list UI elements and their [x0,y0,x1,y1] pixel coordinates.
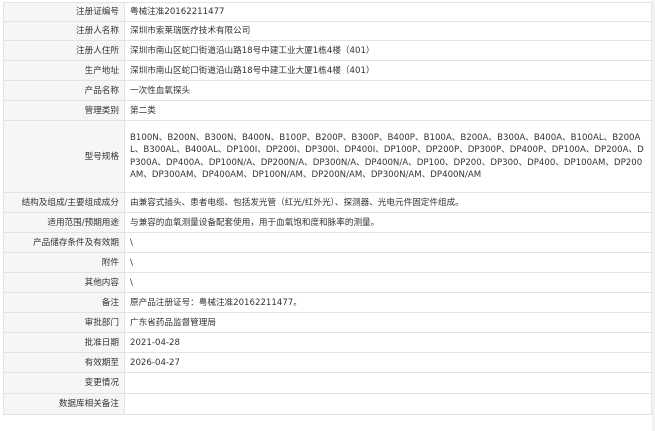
value-intended-use: 与兼容的血氧测量设备配套使用，用于血氧饱和度和脉率的测量。 [124,212,652,233]
label-intended-use: 适用范围/预期用途 [3,212,125,233]
label-management-category: 管理类别 [3,100,125,121]
value-accessories: \ [124,252,652,273]
value-other-content: \ [124,272,652,293]
label-valid-until: 有效期至 [3,352,125,373]
value-valid-until: 2026-04-27 [124,352,652,373]
label-registrant-name: 注册人名称 [3,21,125,41]
value-storage-validity: \ [124,232,652,253]
row-structure-composition: 结构及组成/主要组成成分 由兼容式插头、患者电缆、包括发光管（红光/红外光）、探… [3,192,652,213]
row-model-specification: 型号规格 B100N、B200N、B300N、B400N、B100P、B200P… [3,120,652,193]
value-model-specification: B100N、B200N、B300N、B400N、B100P、B200P、B300… [124,120,652,193]
row-product-name: 产品名称 一次性血氧探头 [3,80,652,101]
label-product-name: 产品名称 [3,80,125,101]
row-intended-use: 适用范围/预期用途 与兼容的血氧测量设备配套使用，用于血氧饱和度和脉率的测量。 [3,212,652,233]
row-accessories: 附件 \ [3,252,652,273]
label-storage-validity: 产品储存条件及有效期 [3,232,125,253]
label-approval-department: 审批部门 [3,312,125,333]
label-approval-date: 批准日期 [3,332,125,353]
value-management-category: 第二类 [124,100,652,121]
value-registrant-address: 深圳市南山区蛇口街道沿山路18号中建工业大厦1栋4楼（401） [124,40,652,61]
row-management-category: 管理类别 第二类 [3,100,652,121]
row-approval-department: 审批部门 广东省药品监督管理局 [3,312,652,333]
row-remarks: 备注 原产品注册证号：粤械注准20162211477。 [3,292,652,313]
label-other-content: 其他内容 [3,272,125,293]
value-approval-department: 广东省药品监督管理局 [124,312,652,333]
row-storage-validity: 产品储存条件及有效期 \ [3,232,652,253]
registration-detail-table: 注册证编号 粤械注准20162211477 注册人名称 深圳市索莱瑞医疗技术有限… [3,2,652,415]
value-production-address: 深圳市南山区蛇口街道沿山路18号中建工业大厦1栋4楼（401） [124,60,652,81]
row-production-address: 生产地址 深圳市南山区蛇口街道沿山路18号中建工业大厦1栋4楼（401） [3,60,652,81]
row-registration-number: 注册证编号 粤械注准20162211477 [3,2,652,22]
label-remarks: 备注 [3,292,125,313]
value-approval-date: 2021-04-28 [124,332,652,353]
value-remarks: 原产品注册证号：粤械注准20162211477。 [124,292,652,313]
value-change-status [124,372,652,394]
value-registration-number: 粤械注准20162211477 [124,2,652,22]
row-other-content: 其他内容 \ [3,272,652,293]
label-database-remarks: 数据库相关备注 [3,393,125,415]
value-structure-composition: 由兼容式插头、患者电缆、包括发光管（红光/红外光）、探测器、光电元件固定件组成。 [124,192,652,213]
label-model-specification: 型号规格 [3,120,125,193]
value-product-name: 一次性血氧探头 [124,80,652,101]
row-registrant-address: 注册人住所 深圳市南山区蛇口街道沿山路18号中建工业大厦1栋4楼（401） [3,40,652,61]
registration-detail-page: 注册证编号 粤械注准20162211477 注册人名称 深圳市索莱瑞医疗技术有限… [0,0,655,431]
label-registration-number: 注册证编号 [3,2,125,22]
row-registrant-name: 注册人名称 深圳市索莱瑞医疗技术有限公司 [3,21,652,41]
label-change-status: 变更情况 [3,372,125,394]
label-structure-composition: 结构及组成/主要组成成分 [3,192,125,213]
row-approval-date: 批准日期 2021-04-28 [3,332,652,353]
label-production-address: 生产地址 [3,60,125,81]
label-registrant-address: 注册人住所 [3,40,125,61]
value-registrant-name: 深圳市索莱瑞医疗技术有限公司 [124,21,652,41]
row-valid-until: 有效期至 2026-04-27 [3,352,652,373]
label-accessories: 附件 [3,252,125,273]
value-database-remarks [124,393,652,415]
row-database-remarks: 数据库相关备注 [3,393,652,415]
row-change-status: 变更情况 [3,372,652,394]
